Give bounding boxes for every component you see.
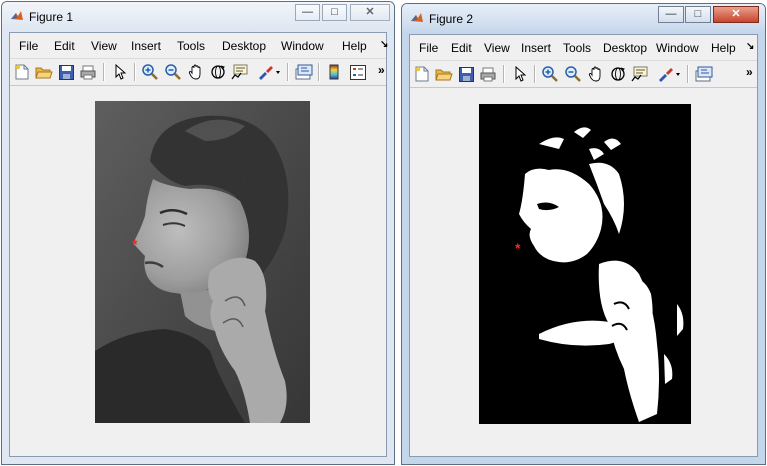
maximize-icon: □ [331,6,338,18]
save-icon[interactable] [56,62,76,82]
menu-edit[interactable]: Edit [54,39,75,53]
maximize-button[interactable]: □ [685,6,711,23]
save-icon[interactable] [456,64,476,84]
brush-icon[interactable] [256,62,282,82]
maximize-button[interactable]: □ [322,4,347,21]
menu-help[interactable]: Help [342,39,367,53]
open-file-icon[interactable] [434,64,454,84]
data-cursor-icon[interactable] [230,62,250,82]
pointer-icon[interactable] [510,64,530,84]
pan-icon[interactable] [586,64,606,84]
menu-file[interactable]: File [419,41,438,55]
menu-help[interactable]: Help [711,41,736,55]
brush-icon[interactable] [656,64,682,84]
menu-edit[interactable]: Edit [451,41,472,55]
figure-1-window: Figure 1 — □ ✕ File Edit View Insert Too… [1,1,395,465]
figure-1-titlebar[interactable]: Figure 1 — □ ✕ [2,2,394,31]
menu-bar: File Edit View Insert Tools Desktop Wind… [410,35,757,61]
figure-toolbar: » [10,59,386,86]
link-icon[interactable] [294,62,314,82]
zoom-in-icon[interactable] [540,64,560,84]
menu-dock-arrow-icon[interactable]: ↘ [746,41,754,52]
figure-2-client: File Edit View Insert Tools Desktop Wind… [409,34,758,457]
menu-dock-arrow-icon[interactable]: ↘ [380,39,388,50]
menu-bar: File Edit View Insert Tools Desktop Wind… [10,33,388,59]
link-icon[interactable] [694,64,714,84]
menu-view[interactable]: View [484,41,510,55]
menu-view[interactable]: View [91,39,117,53]
marker-asterisk: * [515,240,521,256]
maximize-icon: □ [694,8,702,20]
minimize-icon: — [302,6,313,18]
pointer-icon[interactable] [110,62,130,82]
menu-insert[interactable]: Insert [521,41,551,55]
figure-1-client: File Edit View Insert Tools Desktop Wind… [9,32,388,457]
toolbar-overflow-icon[interactable]: » [378,63,385,77]
minimize-icon: — [665,8,677,20]
print-icon[interactable] [78,62,98,82]
figure-toolbar: » [410,61,757,88]
zoom-in-icon[interactable] [140,62,160,82]
close-icon: ✕ [365,6,375,18]
close-icon: ✕ [731,8,741,20]
menu-tools[interactable]: Tools [177,39,205,53]
new-figure-icon[interactable] [412,64,432,84]
figure-2-titlebar[interactable]: Figure 2 — □ ✕ [402,4,765,33]
toolbar-overflow-icon[interactable]: » [746,65,753,79]
close-button[interactable]: ✕ [713,6,759,23]
menu-insert[interactable]: Insert [131,39,161,53]
grayscale-portrait-image [95,101,310,423]
legend-icon[interactable] [348,62,368,82]
open-file-icon[interactable] [34,62,54,82]
figure-1-axes: * [10,86,386,456]
menu-file[interactable]: File [19,39,38,53]
zoom-out-icon[interactable] [563,64,583,84]
window-title: Figure 2 [429,12,474,26]
minimize-button[interactable]: — [295,4,320,21]
colorbar-icon[interactable] [324,62,344,82]
figure-2-window: Figure 2 — □ ✕ File Edit View Insert Too… [401,3,766,465]
menu-window[interactable]: Window [281,39,324,53]
window-title: Figure 1 [29,10,74,24]
binary-portrait-image [479,104,691,424]
menu-window[interactable]: Window [656,41,699,55]
figure-2-axes: * [410,88,757,456]
print-icon[interactable] [478,64,498,84]
menu-desktop[interactable]: Desktop [603,41,647,55]
rotate-icon[interactable] [208,62,228,82]
pan-icon[interactable] [186,62,206,82]
marker-asterisk: * [132,236,138,252]
data-cursor-icon[interactable] [630,64,650,84]
minimize-button[interactable]: — [658,6,684,23]
zoom-out-icon[interactable] [163,62,183,82]
menu-desktop[interactable]: Desktop [222,39,266,53]
rotate-icon[interactable] [608,64,628,84]
close-button[interactable]: ✕ [350,4,390,21]
menu-tools[interactable]: Tools [563,41,591,55]
matlab-logo-icon [11,11,23,20]
new-figure-icon[interactable] [12,62,32,82]
matlab-logo-icon [411,13,423,22]
